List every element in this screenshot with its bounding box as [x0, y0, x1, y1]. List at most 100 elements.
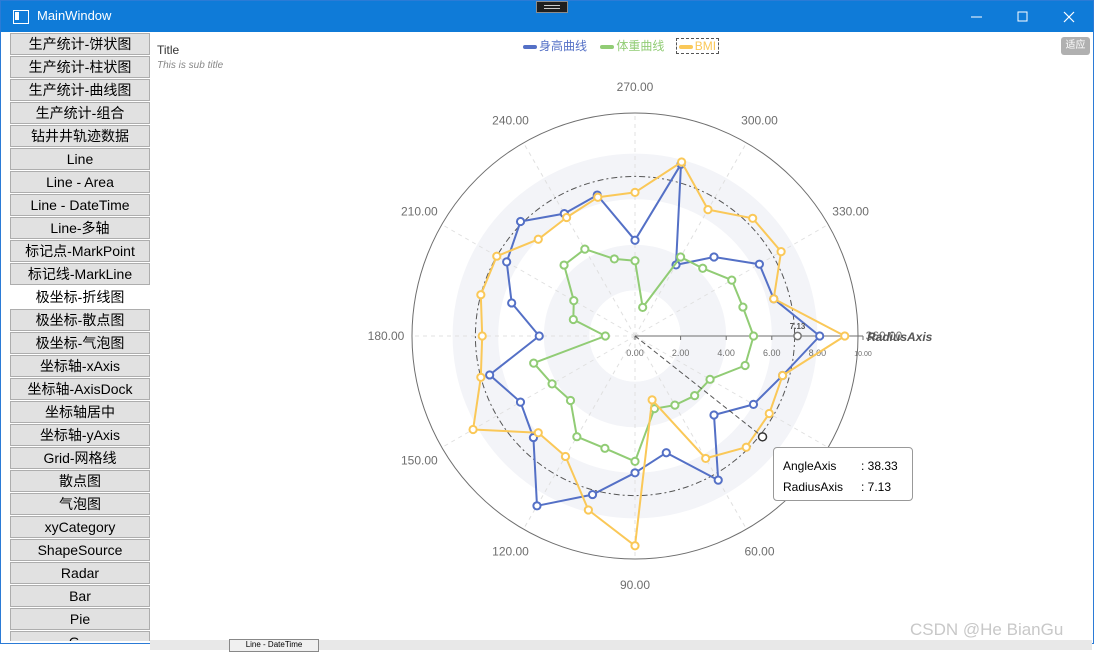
- legend-swatch: [600, 44, 615, 49]
- series-point: [647, 395, 657, 405]
- sidebar-item[interactable]: 气泡图: [10, 493, 150, 515]
- angle-tick-label: 330.00: [832, 205, 869, 219]
- series-point: [560, 451, 571, 462]
- series-point: [840, 331, 850, 341]
- series-point: [569, 296, 579, 306]
- angle-tick-label: 120.00: [492, 545, 529, 559]
- chart-area: 270.00300.00330.00360.0030.0060.0090.001…: [151, 33, 1091, 641]
- sidebar-nav: 生产统计-饼状图 生产统计-柱状图 生产统计-曲线图 生产统计-组合 钻井井轨迹数据 Li…: [9, 33, 151, 641]
- chart-subtitle: This is sub title: [157, 60, 224, 71]
- series-point: [529, 358, 539, 368]
- sidebar-item[interactable]: Line: [10, 148, 150, 170]
- sidebar-item[interactable]: 生产统计-饼状图: [10, 33, 150, 55]
- series-point: [701, 453, 711, 464]
- sidebar-item[interactable]: Line - DateTime: [10, 194, 150, 216]
- sidebar-item[interactable]: 极坐标-气泡图: [10, 332, 150, 354]
- series-point: [776, 247, 786, 257]
- sidebar-item[interactable]: Line - Area: [10, 171, 150, 193]
- fit-button[interactable]: 适应: [1061, 37, 1090, 55]
- title-bar[interactable]: MainWindow: [1, 1, 1093, 32]
- series-point: [587, 489, 598, 500]
- series-point: [534, 331, 544, 341]
- maximize-icon: [1017, 11, 1028, 22]
- series-point: [476, 372, 486, 382]
- minimize-button[interactable]: [954, 1, 1000, 32]
- sidebar-item[interactable]: ShapeSource: [10, 539, 150, 561]
- close-button[interactable]: [1046, 1, 1092, 32]
- series-point: [476, 290, 486, 300]
- legend-swatch: [523, 44, 537, 49]
- series-point: [677, 157, 687, 167]
- series-point: [769, 294, 779, 304]
- sidebar-item[interactable]: Pie: [10, 608, 150, 630]
- watermark: CSDN @He BianGu: [910, 620, 1064, 639]
- angle-tick-label: 180.00: [368, 329, 405, 343]
- sidebar-item[interactable]: 生产统计-曲线图: [10, 79, 150, 101]
- sidebar-item[interactable]: 标记线-MarkLine: [10, 263, 150, 285]
- series-point: [492, 251, 502, 261]
- angle-tick-label: 210.00: [401, 205, 438, 219]
- series-point: [676, 252, 686, 262]
- drag-handle-icon[interactable]: [536, 1, 568, 13]
- sidebar-item[interactable]: Line-多轴: [10, 217, 150, 239]
- series-point: [572, 432, 582, 442]
- sidebar-item[interactable]: 标记点-MarkPoint: [10, 240, 150, 262]
- sidebar-item[interactable]: 坐标轴-AxisDock: [10, 378, 150, 400]
- series-point: [630, 187, 640, 197]
- series-point: [547, 379, 557, 389]
- series-point: [515, 216, 526, 227]
- series-point: [690, 391, 700, 401]
- close-icon: [1063, 11, 1075, 23]
- sidebar-item[interactable]: 钻井井轨迹数据: [10, 125, 150, 147]
- radius-tick-label: 10.00: [854, 351, 872, 358]
- polar-chart: 270.00300.00330.00360.0030.0060.0090.001…: [368, 80, 933, 592]
- series-point: [661, 448, 671, 458]
- series-point: [630, 456, 640, 466]
- tooltip-radius-label: RadiusAxis: [783, 480, 844, 494]
- series-point: [670, 400, 680, 410]
- series-point: [580, 244, 590, 254]
- legend-label: BMI: [694, 39, 717, 53]
- radius-tick-label: 2.00: [672, 348, 690, 358]
- legend-item-height[interactable]: 身高曲线: [521, 37, 589, 54]
- series-point: [754, 259, 764, 269]
- sidebar-item[interactable]: xyCategory: [10, 516, 150, 538]
- series-point: [815, 331, 825, 341]
- sidebar-item[interactable]: Radar: [10, 562, 150, 584]
- sidebar-item[interactable]: 坐标轴居中: [10, 401, 150, 423]
- sidebar-item[interactable]: 生产统计-柱状图: [10, 56, 150, 78]
- series-point: [703, 205, 713, 215]
- maximize-button[interactable]: [1000, 1, 1046, 32]
- legend-swatch: [678, 44, 693, 49]
- sidebar-item[interactable]: 坐标轴-yAxis: [10, 424, 150, 446]
- series-point: [740, 360, 750, 371]
- series-point: [477, 331, 487, 341]
- series-point: [727, 275, 737, 285]
- sidebar-item[interactable]: 极坐标-散点图: [10, 309, 150, 331]
- series-point: [738, 302, 748, 312]
- series-point: [583, 505, 593, 515]
- sidebar-item[interactable]: 极坐标-折线图: [10, 286, 150, 308]
- series-point: [748, 331, 759, 341]
- legend-item-bmi[interactable]: BMI: [675, 38, 720, 54]
- series-point: [741, 442, 751, 452]
- series-point: [630, 235, 640, 245]
- sidebar-item[interactable]: Grid-网格线: [10, 447, 150, 469]
- series-point: [777, 370, 788, 381]
- sidebar-item[interactable]: 坐标轴-xAxis: [10, 355, 150, 377]
- legend-item-weight[interactable]: 体重曲线: [598, 37, 666, 54]
- sidebar-item[interactable]: 散点图: [10, 470, 150, 492]
- window-title: MainWindow: [37, 8, 112, 23]
- tooltip-radius-value: : 7.13: [861, 480, 892, 494]
- angle-tick-label: 300.00: [741, 113, 778, 127]
- sidebar-item[interactable]: G...: [10, 631, 150, 641]
- chart-legend: 身高曲线 体重曲线 BMI: [521, 37, 725, 54]
- angle-tick-label: 270.00: [617, 80, 654, 94]
- sidebar-item[interactable]: 生产统计-组合: [10, 102, 150, 124]
- sidebar-item[interactable]: Bar: [10, 585, 150, 607]
- radius-tick-label: 6.00: [763, 348, 781, 358]
- series-point: [600, 443, 610, 453]
- series-point: [468, 424, 478, 435]
- radius-tick-label: 0.00: [626, 348, 644, 358]
- series-point: [630, 256, 640, 266]
